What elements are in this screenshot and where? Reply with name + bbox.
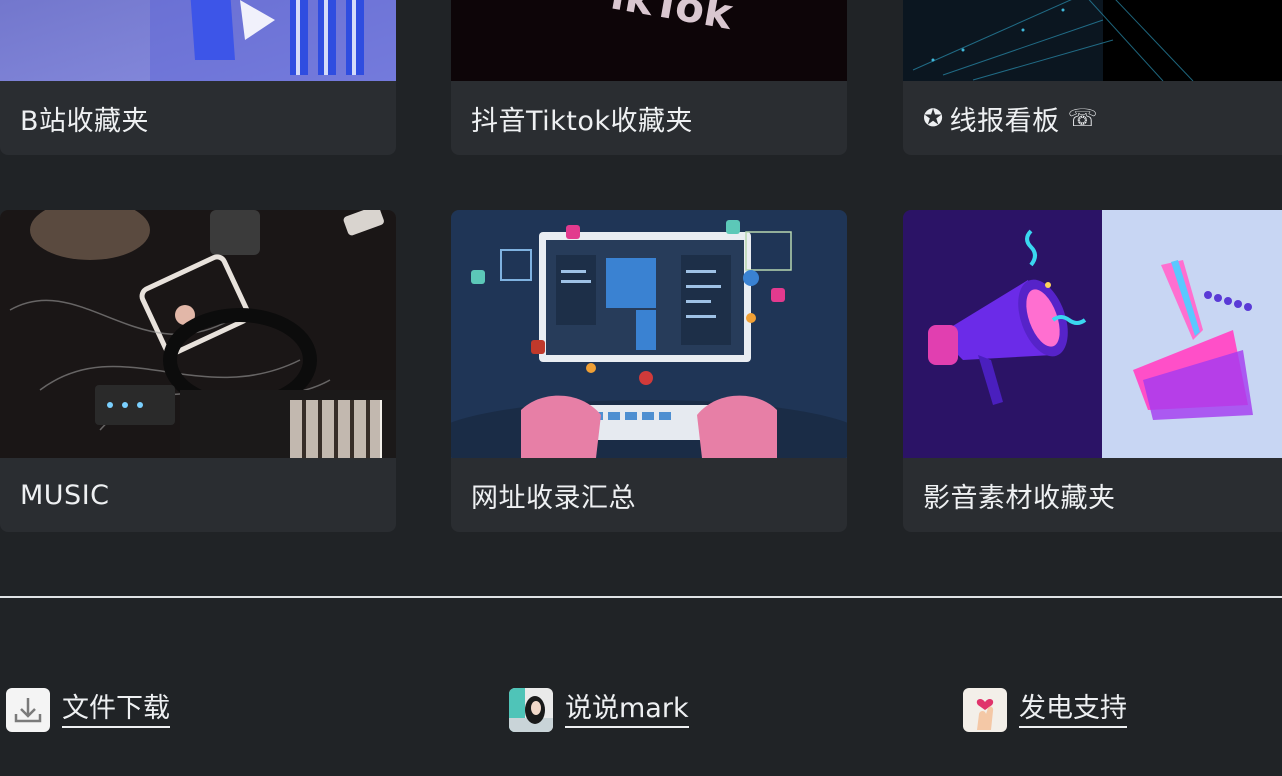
websites-thumbnail bbox=[451, 210, 847, 458]
footer-link-label: 发电支持 bbox=[1019, 693, 1127, 728]
music-thumbnail bbox=[0, 210, 396, 458]
card-title: 网址收录汇总 bbox=[471, 482, 636, 514]
bilibili-thumbnail bbox=[0, 0, 396, 81]
footer-link-label: 说说mark bbox=[565, 693, 689, 728]
tiktok-thumbnail: ıkTok bbox=[451, 0, 847, 81]
star-icon: ✪ bbox=[923, 104, 944, 132]
card-title: 抖音Tiktok收藏夹 bbox=[471, 105, 694, 137]
card-title: ✪ 线报看板 ☏ bbox=[923, 104, 1099, 137]
media-thumbnail bbox=[903, 210, 1282, 458]
card-title: B站收藏夹 bbox=[20, 105, 150, 137]
download-icon bbox=[6, 688, 50, 732]
phone-icon: ☏ bbox=[1067, 104, 1099, 132]
footer-link-shuoshuo[interactable]: 说说mark bbox=[509, 688, 689, 732]
card-xianbao[interactable]: ✪ 线报看板 ☏ bbox=[903, 0, 1282, 155]
card-bilibili[interactable]: B站收藏夹 bbox=[0, 0, 396, 155]
card-media[interactable]: 影音素材收藏夹 bbox=[903, 210, 1282, 532]
card-title: 影音素材收藏夹 bbox=[923, 482, 1116, 514]
xianbao-thumbnail bbox=[903, 0, 1282, 81]
footer-link-support[interactable]: 发电支持 bbox=[963, 688, 1127, 732]
card-title: MUSIC bbox=[20, 479, 110, 511]
card-music[interactable]: MUSIC bbox=[0, 210, 396, 532]
footer-link-label: 文件下载 bbox=[62, 693, 170, 728]
footer-link-download[interactable]: 文件下载 bbox=[6, 688, 170, 732]
card-tiktok[interactable]: ıkTok 抖音Tiktok收藏夹 bbox=[451, 0, 847, 155]
card-websites[interactable]: 网址收录汇总 bbox=[451, 210, 847, 532]
avatar-icon bbox=[509, 688, 553, 732]
heart-hand-icon bbox=[963, 688, 1007, 732]
section-divider bbox=[0, 596, 1282, 598]
